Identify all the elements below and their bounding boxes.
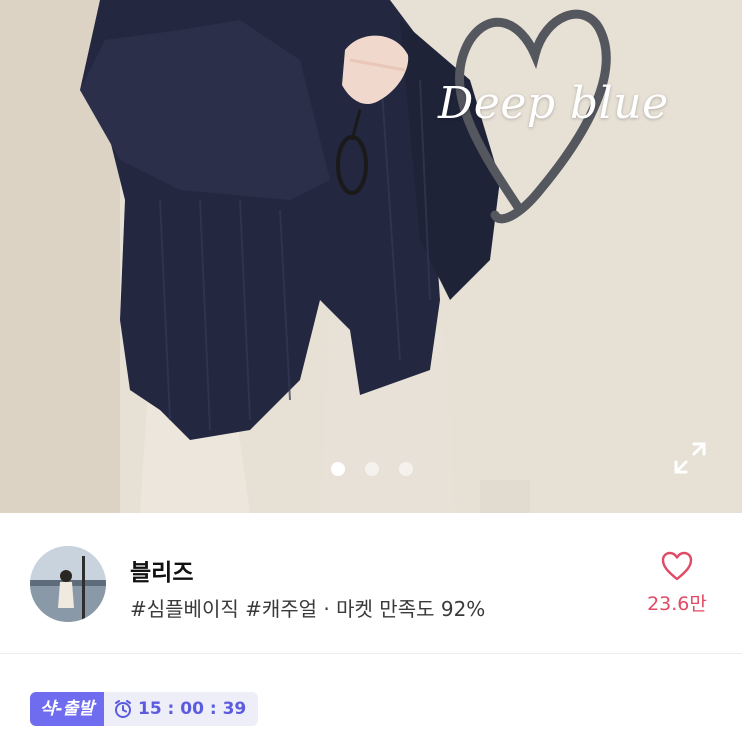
product-photo xyxy=(0,0,742,513)
carousel-dot-3[interactable] xyxy=(399,462,413,476)
product-image-carousel[interactable]: Deep blue xyxy=(0,0,742,513)
hero-caption: Deep blue xyxy=(438,78,669,129)
like-button[interactable]: 23.6만 xyxy=(642,551,712,616)
seller-info: 블리즈 #심플베이직 #캐주얼 · 마켓 만족도 92% 23.6만 xyxy=(0,513,742,654)
like-count: 23.6만 xyxy=(647,593,707,615)
carousel-dot-2[interactable] xyxy=(365,462,379,476)
carousel-indicator xyxy=(331,462,413,476)
countdown-value: 15 : 00 : 39 xyxy=(137,699,247,719)
clock-icon xyxy=(114,700,131,718)
fast-shipping-badge: 샥-출발 xyxy=(30,692,104,726)
store-name[interactable]: 블리즈 xyxy=(130,553,193,587)
carousel-dot-1[interactable] xyxy=(331,462,345,476)
avatar-image xyxy=(30,546,106,622)
heart-icon xyxy=(661,551,693,581)
shipping-countdown: 15 : 00 : 39 xyxy=(103,692,259,726)
seller-avatar[interactable] xyxy=(30,546,106,622)
expand-icon[interactable] xyxy=(672,440,708,476)
shipping-info: 샥-출발 15 : 00 : 39 xyxy=(30,692,259,726)
store-tags: #심플베이직 #캐주얼 · 마켓 만족도 92% xyxy=(130,597,486,621)
